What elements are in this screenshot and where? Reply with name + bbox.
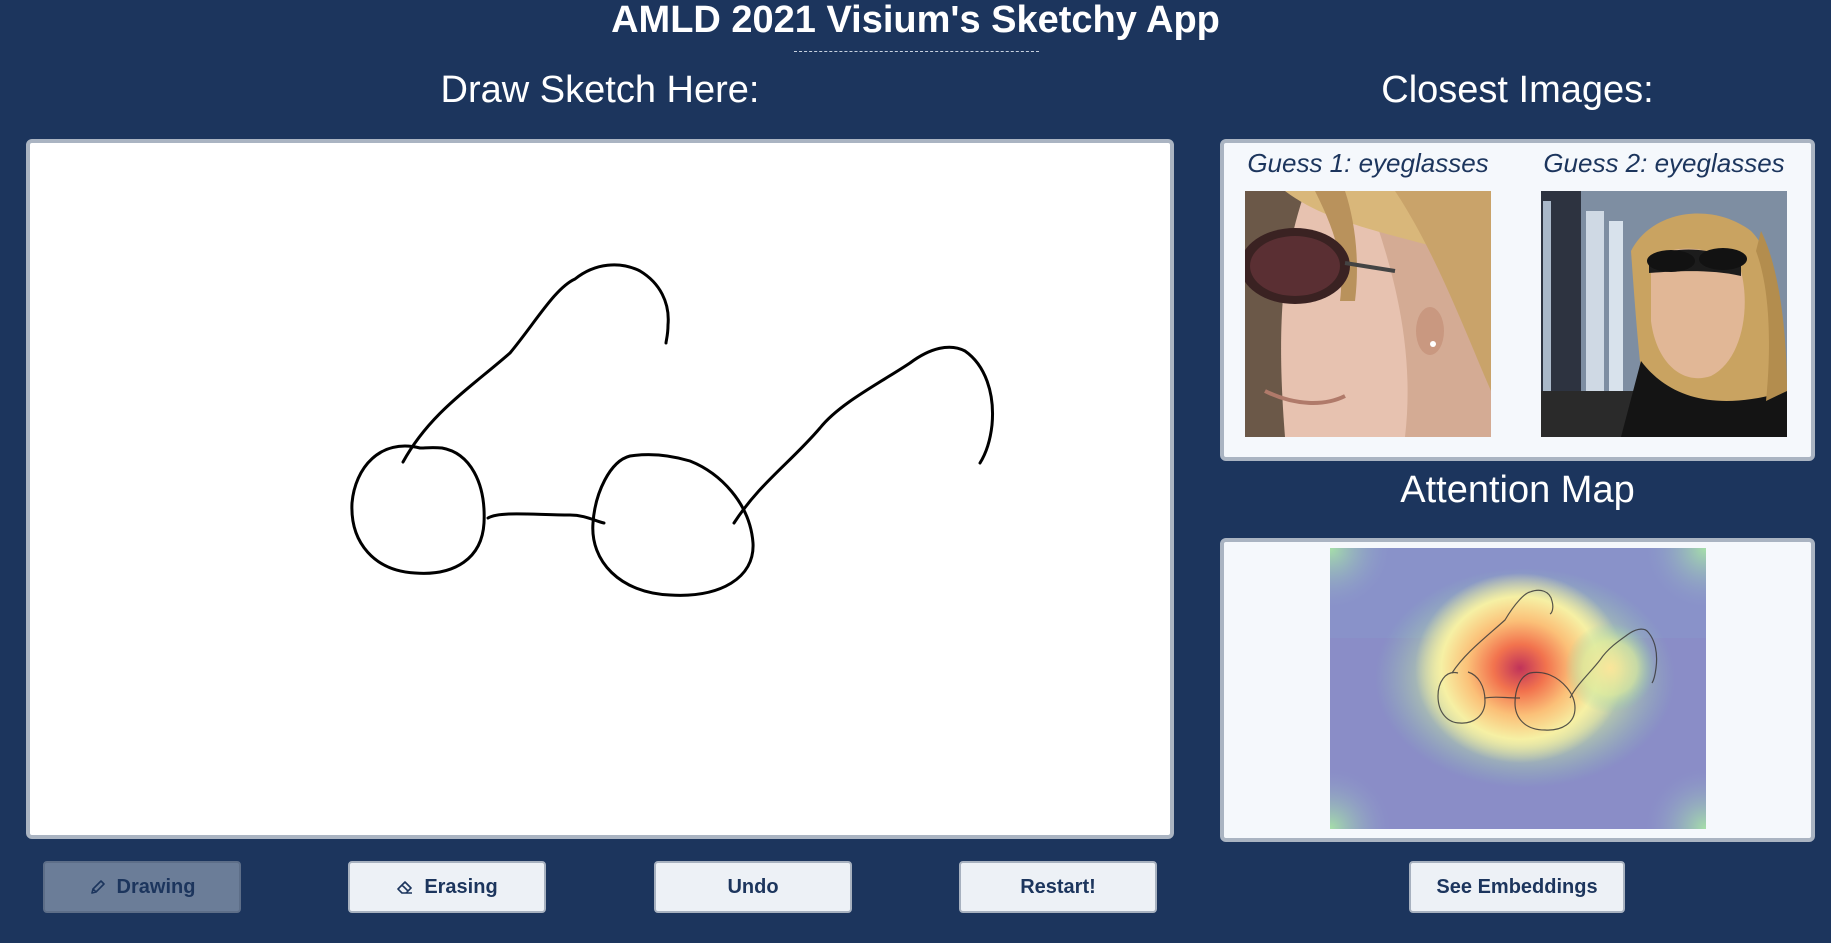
guess-card-2: Guess 2: eyeglasses	[1541, 143, 1787, 437]
draw-sketch-heading: Draw Sketch Here:	[440, 69, 760, 111]
attention-heatmap	[1330, 548, 1706, 829]
guess-card-1: Guess 1: eyeglasses	[1245, 143, 1491, 437]
see-embeddings-button[interactable]: See Embeddings	[1409, 861, 1625, 913]
sketch-stroke	[401, 263, 670, 464]
sketch-stroke	[591, 453, 755, 597]
sketch-stroke	[486, 512, 606, 525]
eraser-icon	[396, 878, 414, 896]
erasing-mode-button[interactable]: Erasing	[348, 861, 546, 913]
sketch-stroke	[732, 345, 995, 525]
guess-image-1[interactable]	[1245, 191, 1491, 437]
app-title: AMLD 2021 Visium's Sketchy App	[611, 0, 1220, 41]
drawing-mode-button[interactable]: Drawing	[43, 861, 241, 913]
sketch-stroke	[350, 444, 486, 575]
pencil-icon	[89, 878, 107, 896]
attention-map-heading: Attention Map	[1400, 469, 1635, 511]
undo-button[interactable]: Undo	[654, 861, 852, 913]
title-underline	[794, 51, 1039, 52]
closest-images-panel: Guess 1: eyeglasses Guess 2: eyeglasses	[1220, 139, 1815, 461]
guess-caption: Guess 1: eyeglasses	[1247, 148, 1489, 178]
restart-button[interactable]: Restart!	[959, 861, 1157, 913]
guess-caption: Guess 2: eyeglasses	[1543, 148, 1785, 178]
sketch-strokes	[350, 263, 995, 597]
guess-image-2[interactable]	[1541, 191, 1787, 437]
closest-images-heading: Closest Images:	[1381, 69, 1654, 111]
attention-map-panel	[1220, 538, 1815, 842]
drawing-mode-label: Drawing	[116, 875, 196, 898]
erasing-mode-label: Erasing	[424, 875, 498, 898]
sketch-canvas[interactable]	[26, 139, 1174, 839]
